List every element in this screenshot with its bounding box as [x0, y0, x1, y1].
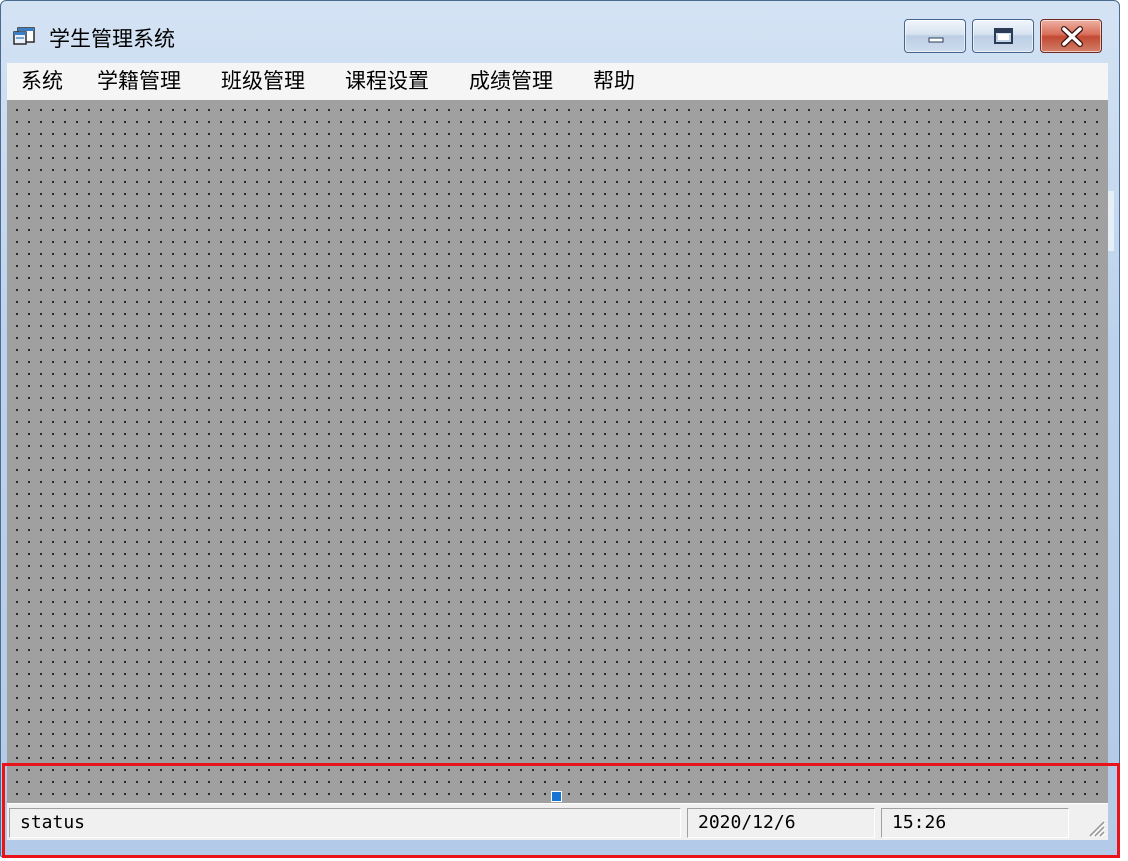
window-edge-highlight	[1108, 191, 1114, 251]
menu-student-records[interactable]: 学籍管理	[95, 67, 183, 95]
status-bar: status 2020/12/6 15:26	[7, 803, 1108, 840]
maximize-button[interactable]	[972, 19, 1034, 53]
mdi-client-area[interactable]	[7, 100, 1108, 803]
menu-grade-management[interactable]: 成绩管理	[467, 67, 555, 95]
main-window: 学生管理系统 系统 学籍管理 班级管理 课程设置 成绩管理 帮助 status …	[0, 0, 1120, 857]
status-panel-date: 2020/12/6	[687, 808, 875, 838]
status-panel-time: 15:26	[881, 808, 1069, 838]
minimize-icon	[928, 37, 944, 43]
close-button[interactable]	[1040, 19, 1102, 53]
window-bottom-border	[1, 839, 1119, 856]
maximize-icon	[994, 28, 1013, 44]
status-panel-message: status	[9, 808, 681, 838]
window-title: 学生管理系统	[49, 27, 175, 51]
menu-help[interactable]: 帮助	[591, 67, 637, 95]
form-app-icon[interactable]	[13, 25, 37, 47]
menu-course-settings[interactable]: 课程设置	[343, 67, 431, 95]
minimize-button[interactable]	[904, 19, 966, 53]
menu-system[interactable]: 系统	[19, 67, 65, 95]
menu-class-management[interactable]: 班级管理	[219, 67, 307, 95]
resize-grip-icon[interactable]	[1084, 816, 1106, 838]
menu-bar: 系统 学籍管理 班级管理 课程设置 成绩管理 帮助	[7, 63, 1108, 100]
close-icon	[1061, 26, 1083, 47]
title-bar[interactable]: 学生管理系统	[1, 1, 1119, 61]
selection-handle[interactable]	[551, 791, 562, 802]
